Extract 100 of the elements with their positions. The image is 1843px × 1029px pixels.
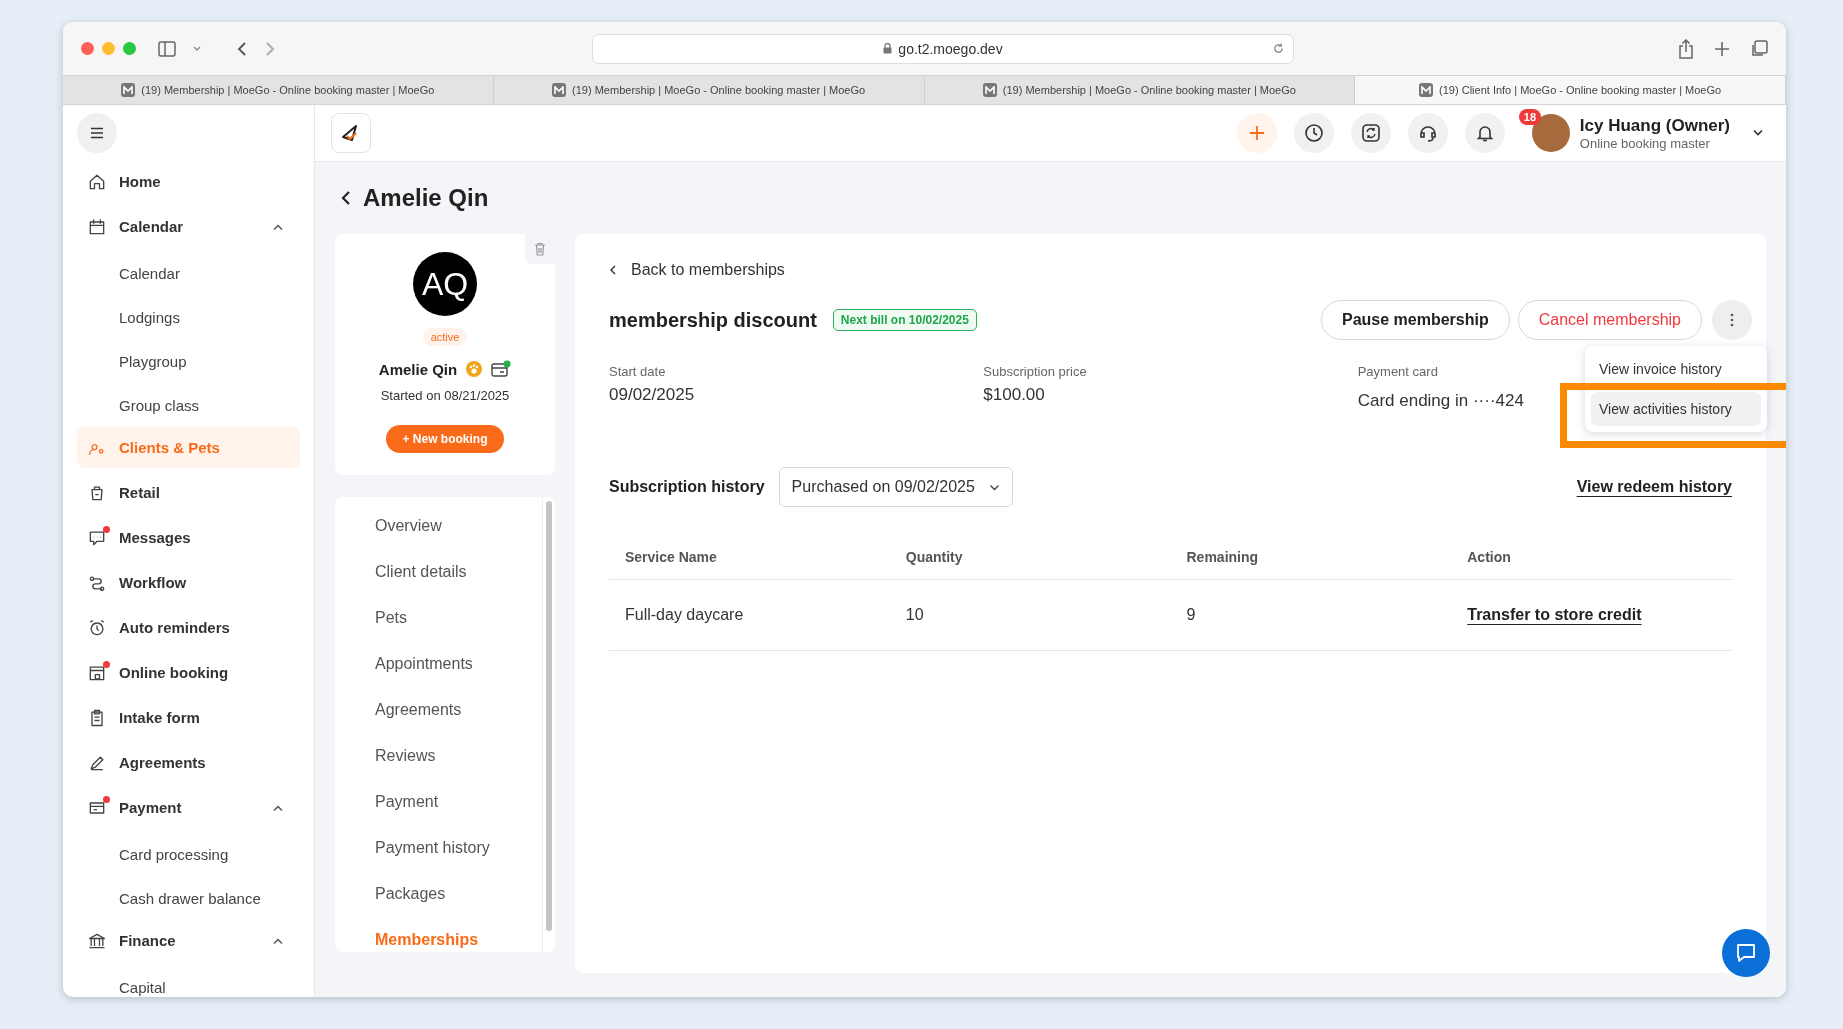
menu-icon bbox=[90, 127, 104, 139]
menu-button[interactable] bbox=[77, 113, 117, 153]
card-verified-icon bbox=[491, 360, 512, 378]
sidebar-subitem[interactable]: Lodgings bbox=[77, 295, 300, 339]
table-cell: Full-day daycare bbox=[625, 606, 744, 623]
user-name: Icy Huang (Owner) bbox=[1579, 115, 1730, 136]
chevron-icon[interactable] bbox=[272, 803, 284, 812]
field-label: Start date bbox=[609, 364, 666, 379]
sidebar-item[interactable]: Messages bbox=[77, 517, 300, 558]
sidebar-subitem[interactable]: Calendar bbox=[77, 251, 300, 295]
chat-icon bbox=[1735, 943, 1757, 963]
chevron-left-icon[interactable] bbox=[609, 264, 617, 276]
paw-badge-icon bbox=[465, 360, 484, 378]
favicon-icon bbox=[1419, 83, 1434, 97]
sidebar-subitem[interactable]: Capital bbox=[77, 965, 300, 997]
headset-icon bbox=[1417, 123, 1438, 143]
favicon-icon bbox=[982, 83, 997, 97]
sidebar-item[interactable]: Calendar bbox=[77, 206, 300, 247]
client-nav-item[interactable]: Overview bbox=[335, 503, 542, 549]
table-cell: 10 bbox=[905, 606, 924, 623]
add-button[interactable] bbox=[1236, 113, 1277, 153]
favicon-icon bbox=[552, 83, 567, 97]
sidebar-subitem[interactable]: Card processing bbox=[77, 832, 300, 876]
browser-tab[interactable]: (19) Membership | MoeGo - Online booking master | MoeGo bbox=[63, 76, 494, 104]
sidebar-toggle-icon[interactable] bbox=[158, 40, 176, 57]
table-cell: 9 bbox=[1186, 606, 1196, 623]
share-icon[interactable] bbox=[1678, 38, 1694, 59]
sidebar-item[interactable]: Payment bbox=[77, 787, 300, 828]
sidebar-item[interactable]: Workflow bbox=[77, 562, 300, 603]
caret-icon[interactable] bbox=[192, 44, 202, 53]
cancel-membership-button[interactable]: Cancel membership bbox=[1517, 300, 1702, 340]
page-title: Amelie Qin bbox=[363, 184, 489, 212]
close-icon[interactable] bbox=[81, 42, 94, 55]
sidebar-item[interactable]: Finance bbox=[77, 920, 300, 961]
column-header: Quantity bbox=[905, 549, 963, 565]
chevron-down-icon[interactable] bbox=[1752, 129, 1764, 137]
sidebar-item[interactable]: Intake form bbox=[77, 697, 300, 738]
more-icon bbox=[1730, 313, 1734, 327]
back-link[interactable]: Back to memberships bbox=[631, 261, 785, 279]
subscription-history-label: Subscription history bbox=[609, 478, 765, 496]
sidebar-item[interactable]: Retail bbox=[77, 472, 300, 513]
chevron-down-icon bbox=[988, 483, 1000, 491]
client-name: Amelie Qin bbox=[378, 360, 458, 378]
sidebar-item[interactable]: Online booking bbox=[77, 652, 300, 693]
client-nav-item[interactable]: Payment history bbox=[335, 825, 542, 871]
view-redeem-history-link[interactable]: View redeem history bbox=[1576, 478, 1732, 496]
pause-membership-button[interactable]: Pause membership bbox=[1321, 300, 1510, 340]
field-label: Subscription price bbox=[983, 364, 1087, 379]
next-bill-badge: Next bill on 10/02/2025 bbox=[832, 309, 977, 331]
client-nav-item[interactable]: Client details bbox=[335, 549, 542, 595]
field-value: Card ending in ····424 bbox=[1357, 391, 1524, 411]
favicon-icon bbox=[121, 83, 136, 97]
client-nav-item[interactable]: Packages bbox=[335, 871, 542, 917]
scrollbar[interactable] bbox=[546, 501, 552, 931]
headset-button[interactable] bbox=[1407, 113, 1448, 153]
business-name: Online booking master bbox=[1579, 135, 1711, 151]
tab-overview-icon[interactable] bbox=[1750, 39, 1768, 58]
back-icon[interactable] bbox=[236, 40, 248, 57]
sidebar-item[interactable]: Agreements bbox=[77, 742, 300, 783]
sync-icon bbox=[1360, 123, 1381, 143]
chevron-icon[interactable] bbox=[272, 936, 284, 945]
client-avatar: AQ bbox=[413, 252, 477, 316]
new-tab-icon[interactable] bbox=[1714, 40, 1730, 57]
bell-icon bbox=[1474, 123, 1495, 143]
browser-tab[interactable]: (19) Client Info | MoeGo - Online booking master | MoeGo bbox=[1355, 76, 1786, 104]
back-icon[interactable] bbox=[341, 190, 351, 206]
purchase-select[interactable]: Purchased on 09/02/2025 bbox=[778, 467, 1013, 507]
client-nav-item[interactable]: Payment bbox=[335, 779, 542, 825]
address-bar[interactable]: go.t2.moego.dev bbox=[592, 33, 1294, 64]
status-badge: active bbox=[422, 328, 468, 346]
menu-item[interactable]: View activities history bbox=[1591, 392, 1761, 426]
client-nav-item[interactable]: Appointments bbox=[335, 641, 542, 687]
sidebar-item[interactable]: Auto reminders bbox=[77, 607, 300, 648]
sidebar-subitem[interactable]: Group class bbox=[77, 383, 300, 427]
sidebar-subitem[interactable]: Cash drawer balance bbox=[77, 876, 300, 920]
app-logo-icon[interactable] bbox=[331, 113, 371, 153]
sidebar-item[interactable]: Home bbox=[77, 161, 300, 202]
browser-tab[interactable]: (19) Membership | MoeGo - Online booking master | MoeGo bbox=[493, 76, 925, 104]
chevron-icon[interactable] bbox=[272, 222, 284, 231]
transfer-link[interactable]: Transfer to store credit bbox=[1467, 606, 1642, 623]
sync-button[interactable] bbox=[1350, 113, 1391, 153]
start-date-text: Started on 08/21/2025 bbox=[380, 388, 510, 403]
field-value: $100.00 bbox=[983, 385, 1045, 404]
client-nav-item[interactable]: Agreements bbox=[335, 687, 542, 733]
client-nav-item[interactable]: Reviews bbox=[335, 733, 542, 779]
field-value: 09/02/2025 bbox=[609, 385, 695, 404]
client-nav-item[interactable]: Pets bbox=[335, 595, 542, 641]
clock-button[interactable] bbox=[1293, 113, 1334, 153]
notifications-button[interactable] bbox=[1464, 113, 1505, 153]
sidebar-subitem[interactable]: Playgroup bbox=[77, 339, 300, 383]
column-header: Service Name bbox=[625, 549, 717, 565]
lock-icon bbox=[883, 43, 893, 54]
clock-icon bbox=[1303, 123, 1324, 143]
plus-icon bbox=[1247, 124, 1266, 142]
column-header: Remaining bbox=[1186, 549, 1259, 565]
reload-icon[interactable] bbox=[1272, 42, 1285, 55]
menu-item[interactable]: View invoice history bbox=[1591, 352, 1761, 386]
column-header: Action bbox=[1467, 549, 1511, 565]
url-text: go.t2.moego.dev bbox=[898, 40, 1003, 57]
trash-icon bbox=[534, 242, 546, 256]
